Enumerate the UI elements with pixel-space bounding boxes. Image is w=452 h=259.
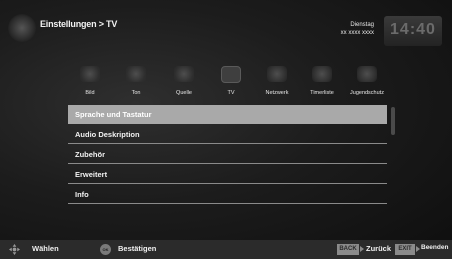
menu-item-info[interactable]: Info (68, 185, 387, 204)
arrow-right-icon (360, 246, 364, 252)
tv-icon (221, 66, 241, 83)
menu-item-audio-deskription[interactable]: Audio Deskription (68, 125, 387, 144)
network-icon (267, 66, 287, 82)
category-bar: Bild Ton Quelle TV Netzwerk Timerliste J… (70, 62, 390, 100)
arrow-right-icon (416, 246, 420, 252)
tab-label: Quelle (176, 90, 192, 96)
scrollbar-thumb[interactable] (391, 107, 395, 135)
breadcrumb: Einstellungen > TV (40, 19, 118, 29)
confirm-hint: Bestätigen (118, 244, 157, 253)
tab-bild[interactable]: Bild (70, 62, 110, 100)
clock-text: 14:40 (390, 21, 436, 38)
ok-button-icon: OK (100, 244, 111, 255)
tab-tv[interactable]: TV (211, 62, 251, 100)
sound-icon (126, 66, 146, 82)
exit-key-icon: EXIT (395, 244, 415, 255)
tab-label: TV (227, 90, 235, 96)
exit-hint: Beenden (421, 244, 449, 251)
parental-lock-icon (357, 66, 377, 82)
tab-jugendschutz[interactable]: Jugendschutz (347, 62, 387, 100)
menu-item-erweitert[interactable]: Erweitert (68, 165, 387, 184)
select-hint: Wählen (32, 244, 59, 253)
source-icon (174, 66, 194, 82)
menu-item-sprache-und-tastatur[interactable]: Sprache und Tastatur (68, 105, 387, 124)
date-label: xx xxxx xxxx (340, 30, 374, 36)
date-display: Dienstag xx xxxx xxxx (341, 21, 374, 37)
back-key-icon: BACK (337, 244, 359, 255)
menu-logo-icon (8, 14, 36, 42)
tv-settings-screen: Einstellungen > TV Dienstag xx xxxx xxxx… (0, 0, 452, 259)
menu-item-zubehoer[interactable]: Zubehör (68, 145, 387, 164)
settings-menu: Sprache und Tastatur Audio Deskription Z… (68, 105, 387, 205)
menu-scrollbar[interactable] (391, 105, 395, 208)
back-hint: Zurück (366, 244, 392, 253)
picture-icon (80, 66, 100, 82)
tab-quelle[interactable]: Quelle (164, 62, 204, 100)
tab-ton[interactable]: Ton (116, 62, 156, 100)
tab-timerliste[interactable]: Timerliste (302, 62, 342, 100)
day-label: Dienstag (350, 22, 374, 28)
tab-netzwerk[interactable]: Netzwerk (257, 62, 297, 100)
tab-label: Bild (85, 90, 95, 96)
tab-label: Ton (131, 90, 141, 96)
tab-label: Jugendschutz (350, 90, 384, 96)
clock-panel: 14:40 (384, 16, 442, 46)
footer-help-bar: Wählen OK Bestätigen BACK Zurück EXIT Be… (0, 240, 452, 259)
timer-icon (312, 66, 332, 82)
navigation-arrows-icon (9, 244, 20, 255)
